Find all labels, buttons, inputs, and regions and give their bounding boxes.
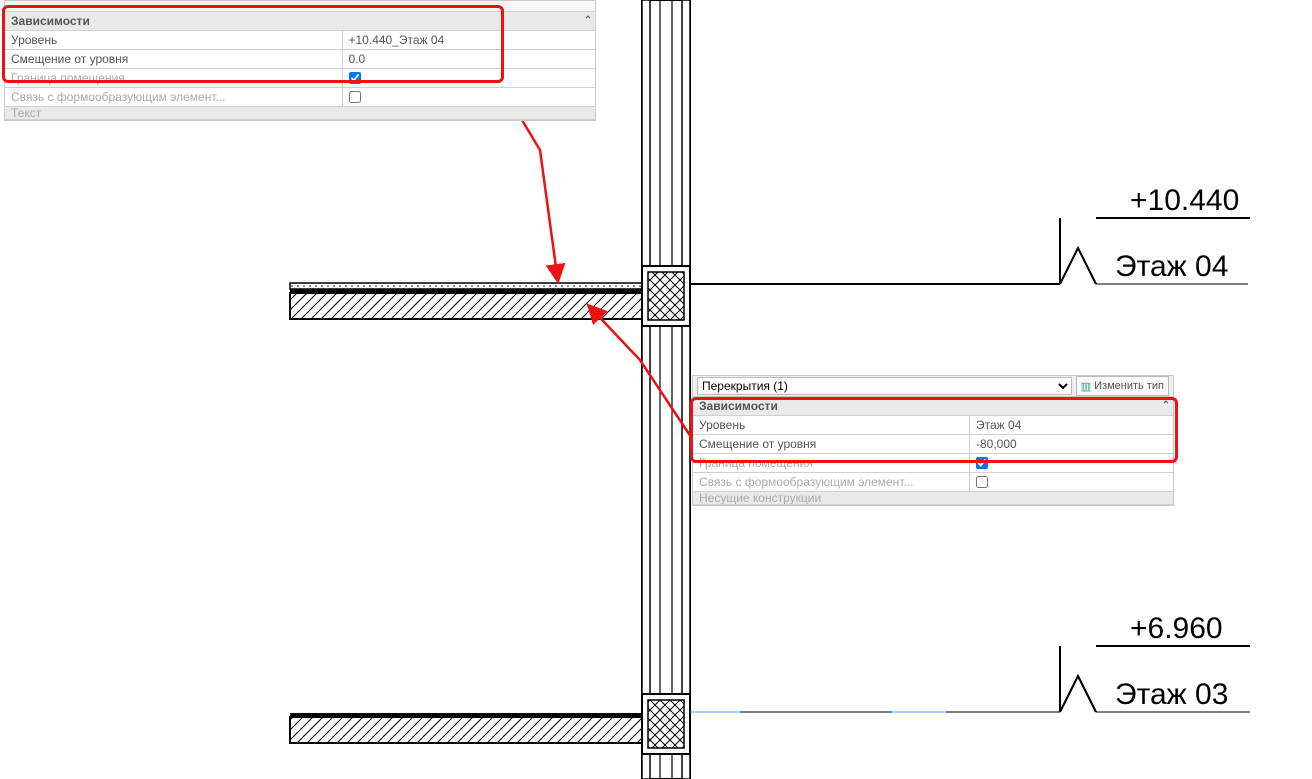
prop-label: Уровень [693, 416, 970, 434]
prop-row-room-bounding[interactable]: Граница помещения [693, 454, 1173, 473]
collapse-icon[interactable]: ⌃ [581, 12, 595, 30]
section-header: Зависимости [693, 397, 1159, 415]
prop-row-mass-related[interactable]: Связь с формообразующим элемент... [5, 88, 595, 107]
edit-type-label: Изменить тип [1094, 380, 1164, 392]
checkbox[interactable] [976, 476, 988, 488]
prop-row-mass-related[interactable]: Связь с формообразующим элемент... [693, 473, 1173, 492]
level-name-04: Этаж 04 [1115, 250, 1228, 283]
type-selector[interactable]: Перекрытия (1) [697, 377, 1072, 395]
checkbox[interactable] [976, 457, 988, 469]
checkbox[interactable] [349, 72, 361, 84]
level-name-03: Этаж 03 [1115, 678, 1228, 711]
wall-segment [642, 0, 690, 779]
level-elev-03: +6.960 [1130, 612, 1223, 645]
prop-row-room-bounding[interactable]: Граница помещения [5, 69, 595, 88]
prop-label: Связь с формообразующим элемент... [693, 473, 970, 491]
edit-type-icon: ▥ [1081, 380, 1091, 393]
level-elev-04: +10.440 [1130, 184, 1239, 217]
collapse-icon[interactable]: ⌃ [1159, 397, 1173, 415]
prop-value[interactable]: -80,000 [970, 435, 1173, 453]
floor-slab-03 [290, 694, 690, 754]
prop-row-level[interactable]: Уровень +10.440_Этаж 04 [5, 31, 595, 50]
floor-slab-04 [290, 266, 690, 326]
properties-panel-bottom[interactable]: Перекрытия (1) ▥ Изменить тип Зависимост… [692, 375, 1174, 506]
prop-label: Смещение от уровня [5, 50, 343, 68]
checkbox[interactable] [349, 91, 361, 103]
prop-label: Связь с формообразующим элемент... [5, 88, 343, 106]
section-header-partial: Текст [5, 107, 595, 119]
prop-label: Граница помещения [5, 69, 343, 87]
prop-row-offset[interactable]: Смещение от уровня 0.0 [5, 50, 595, 69]
section-header-partial: Несущие конструкции [693, 492, 1173, 504]
edit-type-button[interactable]: ▥ Изменить тип [1076, 376, 1169, 396]
prop-value[interactable]: +10.440_Этаж 04 [343, 31, 596, 49]
properties-panel-top[interactable]: Зависимости ⌃ Уровень +10.440_Этаж 04 См… [4, 0, 596, 121]
prop-row-level[interactable]: Уровень Этаж 04 [693, 416, 1173, 435]
prop-value[interactable]: Этаж 04 [970, 416, 1173, 434]
prop-value[interactable]: 0.0 [343, 50, 596, 68]
prop-label: Смещение от уровня [693, 435, 970, 453]
prop-label: Граница помещения [693, 454, 970, 472]
prop-row-offset[interactable]: Смещение от уровня -80,000 [693, 435, 1173, 454]
prop-label: Уровень [5, 31, 343, 49]
section-header: Зависимости [5, 12, 581, 30]
